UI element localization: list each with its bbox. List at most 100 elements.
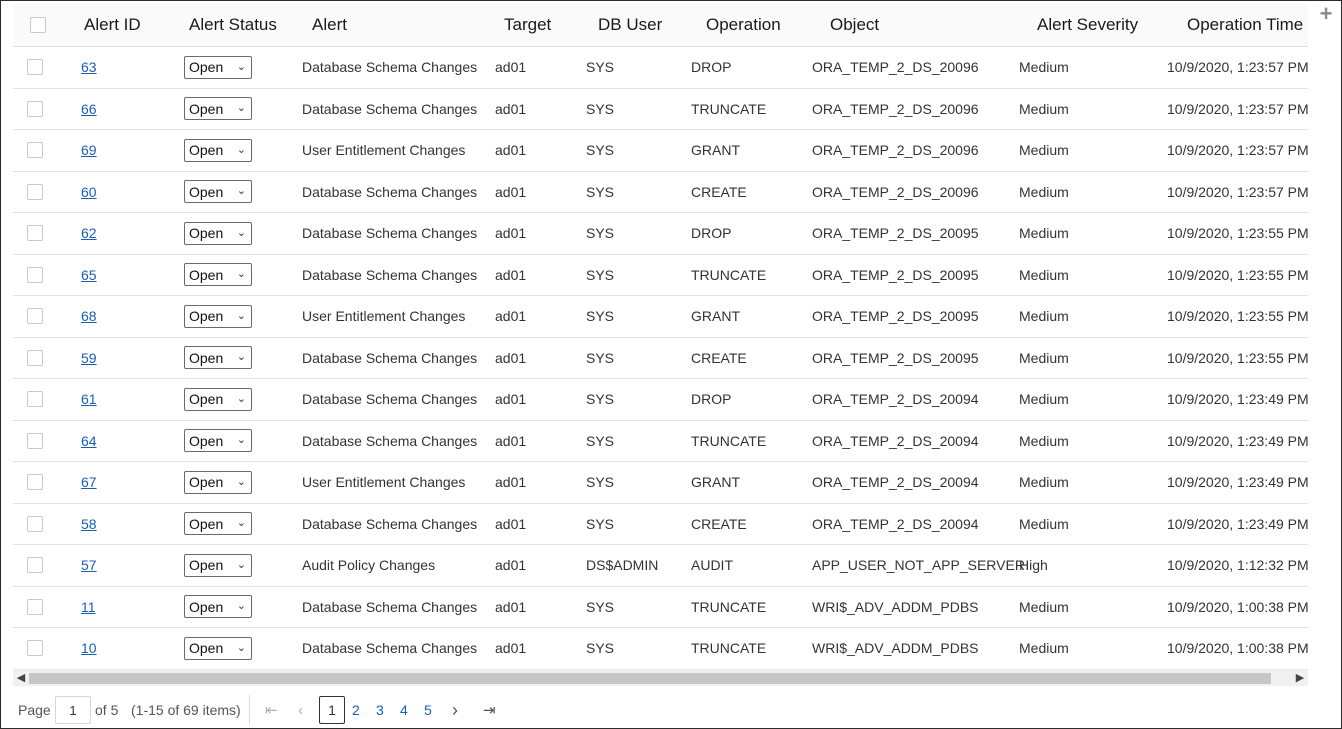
alert-status-select[interactable]: Open ⌄: [184, 553, 252, 577]
alert-status-select[interactable]: Open ⌄: [184, 138, 252, 162]
table-row[interactable]: 57 Open ⌄ Audit Policy Changes ad01 DS$ADMIN A…: [13, 545, 1308, 587]
row-checkbox[interactable]: [27, 598, 43, 615]
alert-status-select[interactable]: Open ⌄: [184, 470, 252, 494]
table-row[interactable]: 67 Open ⌄ User Entitlement Changes ad01 SYS GR…: [13, 462, 1308, 504]
table-row[interactable]: 58 Open ⌄ Database Schema Changes ad01 SYS CRE…: [13, 504, 1308, 545]
table-row[interactable]: 10 Open ⌄ Database Schema Changes ad01 SYS TRU…: [13, 628, 1308, 669]
table-row[interactable]: 65 Open ⌄ Database Schema Changes ad01 SYS TRU…: [13, 255, 1308, 296]
row-checkbox[interactable]: [27, 142, 43, 159]
alert-id-link[interactable]: 62: [81, 225, 97, 241]
last-page-icon[interactable]: ⇥: [483, 691, 496, 729]
table-row[interactable]: 60 Open ⌄ Database Schema Changes ad01 SYS CRE…: [13, 172, 1308, 213]
alert-id-link[interactable]: 58: [81, 516, 97, 532]
alert-status-select[interactable]: Open ⌄: [184, 636, 252, 660]
alert-status-select[interactable]: Open ⌄: [184, 221, 252, 245]
header-alert-severity[interactable]: Alert Severity: [1037, 4, 1138, 46]
row-checkbox[interactable]: [27, 266, 43, 283]
row-checkbox[interactable]: [27, 640, 43, 657]
row-checkbox[interactable]: [27, 349, 43, 366]
row-checkbox[interactable]: [27, 225, 43, 242]
row-checkbox-cell[interactable]: [27, 379, 43, 420]
table-row[interactable]: 61 Open ⌄ Database Schema Changes ad01 SYS DRO…: [13, 379, 1308, 421]
row-checkbox-cell[interactable]: [27, 89, 43, 130]
table-row[interactable]: 63 Open ⌄ Database Schema Changes ad01 SYS DRO…: [13, 47, 1308, 89]
alert-status-select[interactable]: Open ⌄: [184, 346, 252, 370]
row-checkbox-cell[interactable]: [27, 421, 43, 462]
page-number-input[interactable]: [55, 696, 91, 724]
alert-status-select[interactable]: Open ⌄: [184, 263, 252, 287]
page-button-4[interactable]: 4: [400, 691, 408, 729]
row-checkbox-cell[interactable]: [27, 504, 43, 545]
header-alert-status[interactable]: Alert Status: [189, 4, 277, 46]
scroll-right-icon[interactable]: ▶: [1292, 670, 1308, 687]
header-alert[interactable]: Alert: [312, 4, 347, 46]
alert-id-link[interactable]: 11: [81, 599, 96, 615]
horizontal-scrollbar[interactable]: ◀ ▶: [13, 669, 1308, 686]
scroll-left-icon[interactable]: ◀: [13, 670, 29, 687]
alert-status-select[interactable]: Open ⌄: [184, 55, 252, 79]
header-object[interactable]: Object: [830, 4, 879, 46]
row-checkbox-cell[interactable]: [27, 130, 43, 171]
table-row[interactable]: 69 Open ⌄ User Entitlement Changes ad01 SYS GR…: [13, 130, 1308, 172]
alert-status-select[interactable]: Open ⌄: [184, 97, 252, 121]
next-page-icon[interactable]: ›: [452, 691, 458, 729]
alert-status-select[interactable]: Open ⌄: [184, 595, 252, 619]
alert-id-link[interactable]: 64: [81, 433, 97, 449]
table-row[interactable]: 59 Open ⌄ Database Schema Changes ad01 SYS CRE…: [13, 338, 1308, 379]
row-checkbox-cell[interactable]: [27, 545, 43, 586]
alert-status-select[interactable]: Open ⌄: [184, 512, 252, 536]
row-checkbox-cell[interactable]: [27, 587, 43, 628]
select-all-checkbox-cell[interactable]: [30, 4, 46, 46]
alert-status-select[interactable]: Open ⌄: [184, 429, 252, 453]
previous-page-icon[interactable]: ‹: [298, 691, 303, 729]
row-checkbox[interactable]: [27, 515, 43, 532]
alert-status-select[interactable]: Open ⌄: [184, 387, 252, 411]
alert-id-link[interactable]: 66: [81, 101, 97, 117]
alert-status-select[interactable]: Open ⌄: [184, 304, 252, 328]
row-checkbox-cell[interactable]: [27, 255, 43, 296]
scrollbar-thumb[interactable]: [29, 673, 1271, 684]
alert-id-link[interactable]: 69: [81, 142, 97, 158]
alert-id-link[interactable]: 57: [81, 557, 97, 573]
row-checkbox[interactable]: [27, 557, 43, 574]
header-target[interactable]: Target: [504, 4, 551, 46]
alert-status-select[interactable]: Open ⌄: [184, 180, 252, 204]
header-operation[interactable]: Operation: [706, 4, 781, 46]
row-checkbox-cell[interactable]: [27, 296, 43, 337]
table-row[interactable]: 66 Open ⌄ Database Schema Changes ad01 SYS TRU…: [13, 89, 1308, 130]
page-button-3[interactable]: 3: [376, 691, 384, 729]
row-checkbox[interactable]: [27, 432, 43, 449]
alert-id-link[interactable]: 60: [81, 184, 97, 200]
alert-id-link[interactable]: 61: [81, 391, 97, 407]
alert-id-link[interactable]: 65: [81, 267, 97, 283]
first-page-icon[interactable]: ⇤: [265, 691, 278, 729]
header-db-user[interactable]: DB User: [598, 4, 662, 46]
row-checkbox[interactable]: [27, 474, 43, 491]
row-checkbox-cell[interactable]: [27, 462, 43, 503]
row-checkbox[interactable]: [27, 308, 43, 325]
row-checkbox-cell[interactable]: [27, 213, 43, 254]
table-row[interactable]: 62 Open ⌄ Database Schema Changes ad01 SYS DRO…: [13, 213, 1308, 255]
page-button-2[interactable]: 2: [352, 691, 360, 729]
alert-id-link[interactable]: 59: [81, 350, 97, 366]
table-row[interactable]: 68 Open ⌄ User Entitlement Changes ad01 SYS GR…: [13, 296, 1308, 338]
row-checkbox-cell[interactable]: [27, 47, 43, 88]
row-checkbox-cell[interactable]: [27, 172, 43, 213]
alert-id-link[interactable]: 63: [81, 59, 97, 75]
plus-icon[interactable]: +: [1315, 3, 1337, 26]
row-checkbox[interactable]: [27, 100, 43, 117]
alert-id-link[interactable]: 68: [81, 308, 97, 324]
row-checkbox-cell[interactable]: [27, 338, 43, 379]
table-row[interactable]: 11 Open ⌄ Database Schema Changes ad01 SYS TRU…: [13, 587, 1308, 628]
row-checkbox-cell[interactable]: [27, 628, 43, 669]
page-button-5[interactable]: 5: [424, 691, 432, 729]
alert-id-link[interactable]: 67: [81, 474, 97, 490]
row-checkbox[interactable]: [27, 59, 43, 76]
table-row[interactable]: 64 Open ⌄ Database Schema Changes ad01 SYS TRU…: [13, 421, 1308, 462]
page-button-1[interactable]: 1: [319, 696, 345, 724]
row-checkbox[interactable]: [27, 183, 43, 200]
row-checkbox[interactable]: [27, 391, 43, 408]
select-all-checkbox[interactable]: [30, 17, 46, 33]
alert-id-link[interactable]: 10: [81, 640, 97, 656]
header-alert-id[interactable]: Alert ID: [84, 4, 141, 46]
